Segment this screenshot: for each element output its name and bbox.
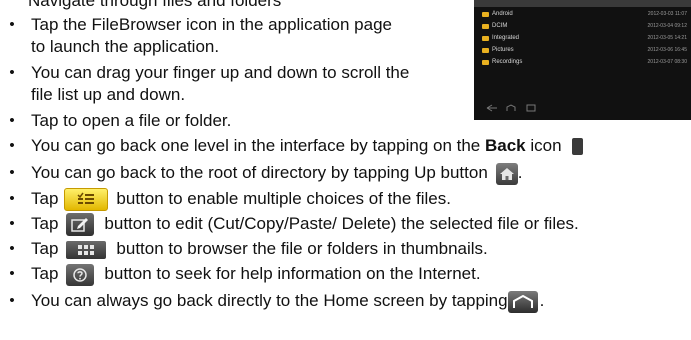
question-glyph <box>73 267 88 282</box>
screenshot-folder-row: Android 2012-03-03 11:07 <box>482 9 687 20</box>
item-text: You can go back to the root of directory… <box>31 162 523 185</box>
item-text: Tap to open a file or folder. <box>31 111 232 130</box>
home-glyph <box>512 294 533 308</box>
folder-icon <box>482 24 489 29</box>
item-text-after: . <box>517 163 523 182</box>
up-home-icon[interactable] <box>495 162 518 185</box>
nav-back-icon <box>486 104 497 112</box>
edit-icon[interactable] <box>66 213 95 237</box>
bullet: • <box>9 190 15 207</box>
multi-select-icon[interactable] <box>64 188 109 212</box>
folder-name: Android <box>492 11 513 17</box>
item-text-after: button to browser the file or folders in… <box>116 239 488 258</box>
bullet: • <box>9 16 15 33</box>
screenshot-status-bar <box>474 0 691 7</box>
item-text: Tap button to seek for help information … <box>31 263 481 286</box>
screenshot-nav-bar <box>486 104 556 114</box>
folder-date: 2012-03-05 14:21 <box>647 35 687 41</box>
folder-name: Recordings <box>492 59 523 65</box>
item-text-before: Tap <box>31 189 59 208</box>
item-text-before: Tap <box>31 239 59 258</box>
item-text-before: Tap <box>31 264 59 283</box>
item-text: You can drag your finger up and down to … <box>31 63 410 82</box>
folder-name: Pictures <box>492 47 514 53</box>
item-text-after: button to enable multiple choices of the… <box>116 189 451 208</box>
item-text-before: Tap <box>31 214 59 233</box>
home-screen-icon[interactable] <box>507 290 538 313</box>
folder-name: DCIM <box>492 23 508 29</box>
folder-date: 2012-03-03 11:07 <box>647 11 687 17</box>
header-partial: Navigate through files and folders <box>28 0 282 10</box>
bullet: • <box>9 292 15 309</box>
bullet: • <box>9 164 15 181</box>
item-text: You can go back one level in the interfa… <box>31 135 584 157</box>
house-glyph <box>499 167 514 180</box>
item-text-after: icon <box>525 136 562 155</box>
item-text-before: You can go back one level in the interfa… <box>31 136 485 155</box>
item-text-continued: to launch the application. <box>31 37 220 56</box>
filebrowser-screenshot: Android 2012-03-03 11:07 DCIM 2012-03-04… <box>474 0 691 120</box>
folder-name: Integrated <box>492 35 520 41</box>
pencil-glyph <box>71 218 89 232</box>
item-text-before: You can always go back directly to the H… <box>31 291 508 310</box>
bullet: • <box>9 265 15 282</box>
item-text-after: . <box>539 291 545 310</box>
help-icon[interactable] <box>66 263 95 286</box>
folder-icon <box>482 12 489 17</box>
folder-icon <box>482 60 489 65</box>
bullet: • <box>9 137 15 154</box>
folder-date: 2012-03-07 08:30 <box>647 59 687 65</box>
bullet: • <box>9 215 15 232</box>
back-label: Back <box>484 136 526 155</box>
nav-home-icon <box>506 104 516 111</box>
bullet: • <box>9 112 15 129</box>
item-text: Tap button to edit (Cut/Copy/Paste/ Dele… <box>31 213 579 237</box>
thumbnail-grid-icon[interactable] <box>66 240 107 259</box>
folder-date: 2012-03-06 16:45 <box>647 47 687 53</box>
bullet: • <box>9 64 15 81</box>
checklist-glyph <box>77 192 95 205</box>
folder-icon <box>482 48 489 53</box>
item-text-after: button to seek for help information on t… <box>104 264 481 283</box>
screenshot-folder-row: Integrated 2012-03-05 14:21 <box>482 33 687 44</box>
screenshot-folder-row: Pictures 2012-03-06 16:45 <box>482 45 687 56</box>
item-text-after: button to edit (Cut/Copy/Paste/ Delete) … <box>104 214 579 233</box>
item-text: Tap button to enable multiple choices of… <box>31 188 451 212</box>
item-text: Tap the FileBrowser icon in the applicat… <box>31 15 392 34</box>
nav-recents-icon <box>526 104 536 112</box>
item-text: You can always go back directly to the H… <box>31 290 544 313</box>
folder-icon <box>482 36 489 41</box>
grid-glyph <box>78 244 95 255</box>
screenshot-folder-row: DCIM 2012-03-04 09:12 <box>482 21 687 32</box>
back-icon[interactable] <box>572 138 584 156</box>
item-text-continued: file list up and down. <box>31 85 186 104</box>
item-text: Tap button to browser the file or folder… <box>31 238 488 260</box>
screenshot-folder-row: Recordings 2012-03-07 08:30 <box>482 57 687 68</box>
item-text-before: You can go back to the root of directory… <box>31 163 488 182</box>
folder-date: 2012-03-04 09:12 <box>647 23 687 29</box>
bullet: • <box>9 240 15 257</box>
